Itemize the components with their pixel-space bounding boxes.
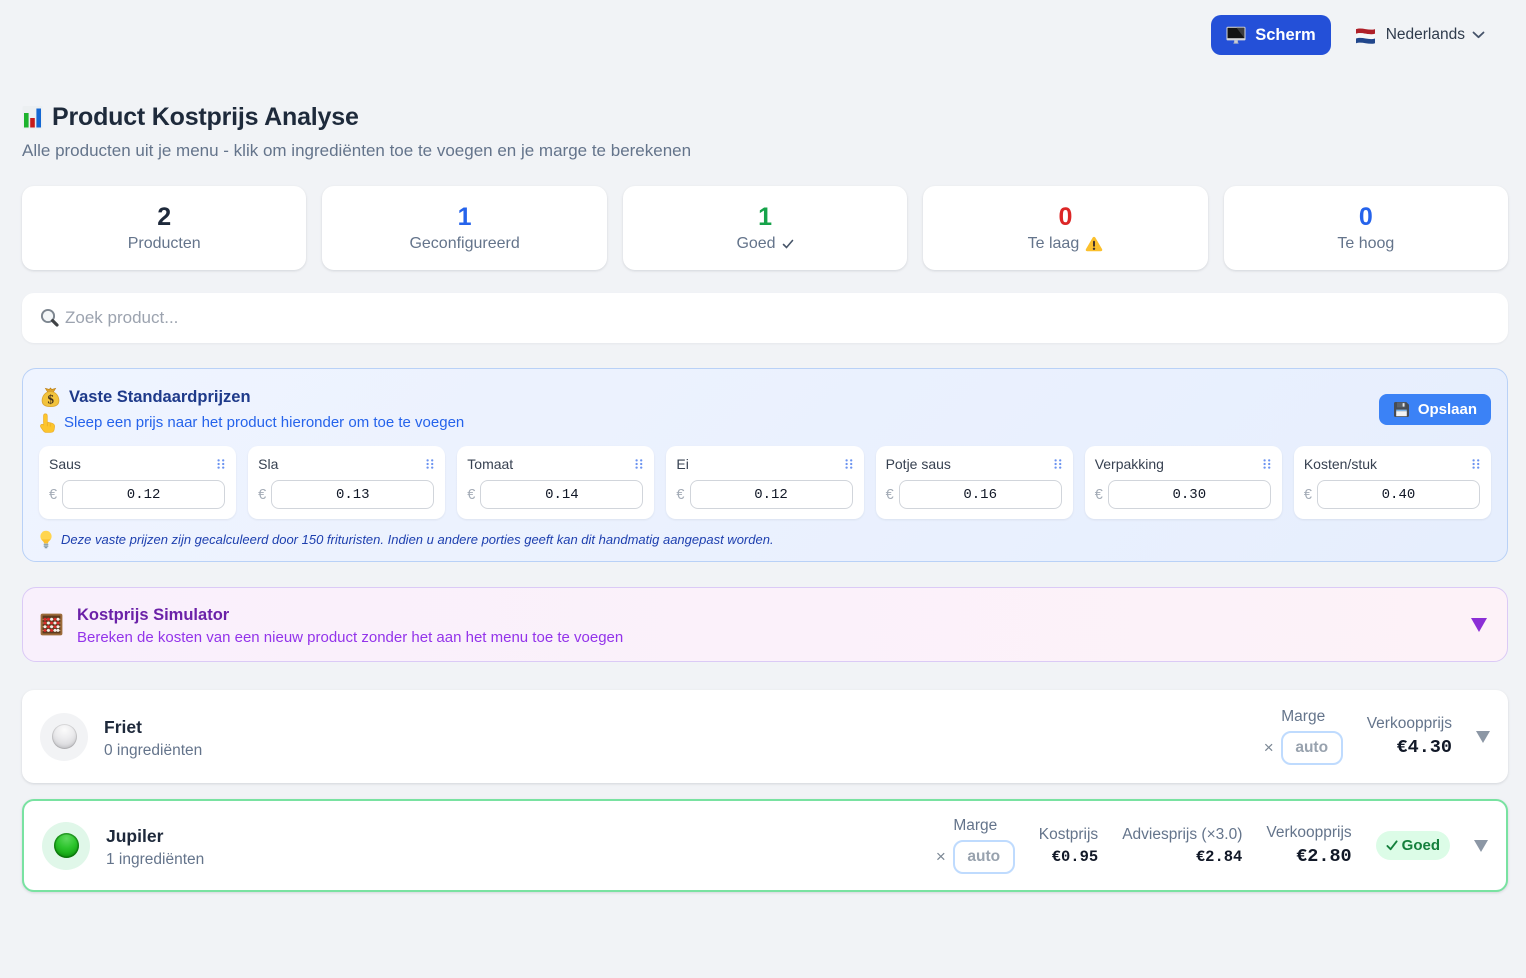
svg-text:$: $ bbox=[48, 391, 55, 406]
